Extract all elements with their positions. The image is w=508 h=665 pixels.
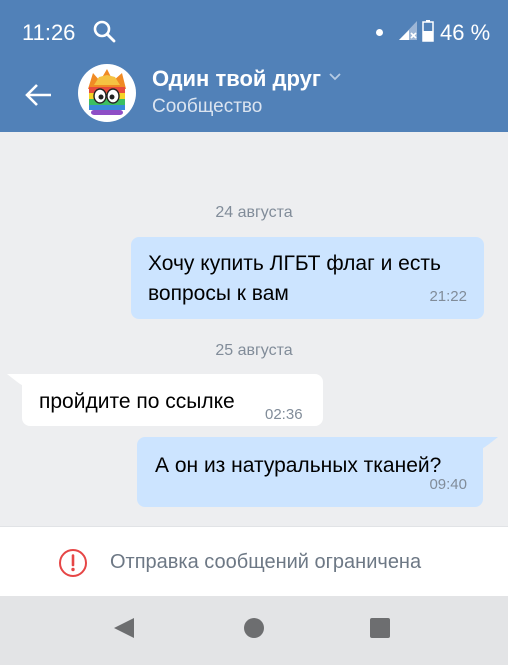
chevron-down-icon — [329, 73, 341, 81]
message-time: 02:36 — [265, 406, 303, 423]
chat-subtitle: Сообщество — [152, 96, 263, 117]
restriction-text: Отправка сообщений ограничена — [110, 551, 422, 573]
search-icon — [93, 20, 116, 43]
outgoing-message[interactable]: А он из натуральных тканей? 09:40 — [137, 437, 483, 507]
status-bar: 11:26 46 % — [0, 0, 508, 58]
rainbow-character-avatar — [88, 69, 126, 115]
messaging-restricted-bar: Отправка сообщений ограничена — [0, 526, 508, 596]
chat-title-area[interactable]: Один твой друг Сообщество — [152, 66, 343, 118]
message-time: 09:40 — [429, 476, 467, 493]
nav-home-icon[interactable] — [243, 617, 265, 639]
chat-header: Один твой друг Сообщество — [0, 58, 508, 132]
notification-dot-icon — [376, 29, 383, 36]
status-time: 11:26 — [22, 20, 76, 45]
message-text-line: вопросы к вам — [148, 282, 289, 305]
chat-title: Один твой друг — [152, 66, 322, 91]
date-separator: 24 августа — [215, 204, 293, 221]
outgoing-message[interactable]: Хочу купить ЛГБТ флаг и есть вопросы к в… — [131, 237, 484, 319]
incoming-message[interactable]: пройдите по ссылке 02:36 — [22, 374, 323, 426]
message-history[interactable]: 24 августа Хочу купить ЛГБТ флаг и есть … — [0, 132, 508, 526]
back-button[interactable] — [20, 76, 58, 114]
message-time: 21:22 — [429, 288, 467, 305]
nav-back-icon[interactable] — [112, 616, 136, 640]
warning-circle-icon — [59, 549, 87, 577]
battery-level: 46 % — [440, 20, 491, 45]
battery-icon — [422, 20, 434, 42]
date-separator: 25 августа — [215, 342, 293, 359]
message-text-line: Хочу купить ЛГБТ флаг и есть — [148, 252, 441, 275]
avatar[interactable] — [78, 64, 136, 122]
signal-icon — [399, 21, 417, 40]
nav-recents-icon[interactable] — [370, 618, 390, 638]
system-nav-bar — [0, 596, 508, 665]
